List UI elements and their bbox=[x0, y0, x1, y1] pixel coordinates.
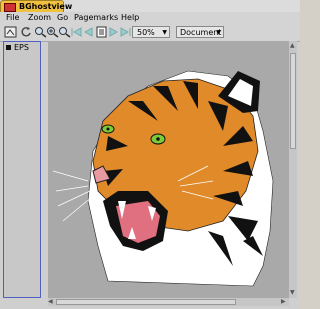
reload-icon[interactable] bbox=[20, 26, 33, 38]
menu-help[interactable]: Help bbox=[121, 12, 139, 24]
page-list-sidebar[interactable]: EPS bbox=[3, 41, 41, 298]
chevron-down-icon: ▼ bbox=[216, 29, 221, 36]
scroll-down-icon[interactable]: ▼ bbox=[290, 289, 295, 297]
page-list-item[interactable]: EPS bbox=[6, 43, 29, 52]
zoom-value: 50% bbox=[137, 28, 155, 37]
zoom-select[interactable]: 50% ▼ bbox=[132, 26, 170, 38]
vertical-scroll-thumb[interactable] bbox=[290, 53, 296, 149]
horizontal-scrollbar[interactable]: ◀ ▶ bbox=[48, 298, 289, 306]
app-icon bbox=[4, 3, 16, 12]
page-mark-icon bbox=[6, 45, 11, 50]
print-icon[interactable] bbox=[4, 26, 17, 38]
scroll-left-icon[interactable]: ◀ bbox=[48, 298, 53, 306]
menu-bar: File Zoom Go Pagemarks Help bbox=[0, 12, 300, 24]
vertical-scrollbar[interactable]: ▲ ▼ bbox=[289, 41, 297, 298]
prev-page-icon[interactable] bbox=[82, 26, 95, 38]
chevron-down-icon: ▼ bbox=[162, 29, 167, 36]
view-mode-value: Document bbox=[180, 28, 222, 37]
menu-file[interactable]: File bbox=[6, 12, 19, 24]
document-viewport[interactable] bbox=[48, 41, 289, 298]
window-title: BGhostview bbox=[19, 2, 73, 11]
menu-go[interactable]: Go bbox=[57, 12, 68, 24]
horizontal-scroll-thumb[interactable] bbox=[56, 299, 236, 305]
scroll-right-icon[interactable]: ▶ bbox=[281, 298, 286, 306]
view-mode-select[interactable]: Document ▼ bbox=[176, 26, 224, 38]
last-page-icon[interactable] bbox=[119, 26, 132, 38]
scroll-up-icon[interactable]: ▲ bbox=[290, 42, 295, 50]
tiger-illustration bbox=[52, 70, 274, 287]
menu-zoom[interactable]: Zoom bbox=[28, 12, 51, 24]
menu-pagemarks[interactable]: Pagemarks bbox=[74, 12, 118, 24]
page-label: EPS bbox=[14, 43, 29, 52]
title-tab[interactable]: BGhostview bbox=[0, 0, 72, 12]
app-window: BGhostview File Zoom Go Pagemarks Help 5… bbox=[0, 0, 300, 309]
toolbar: 50% ▼ Document ▼ bbox=[0, 24, 300, 42]
